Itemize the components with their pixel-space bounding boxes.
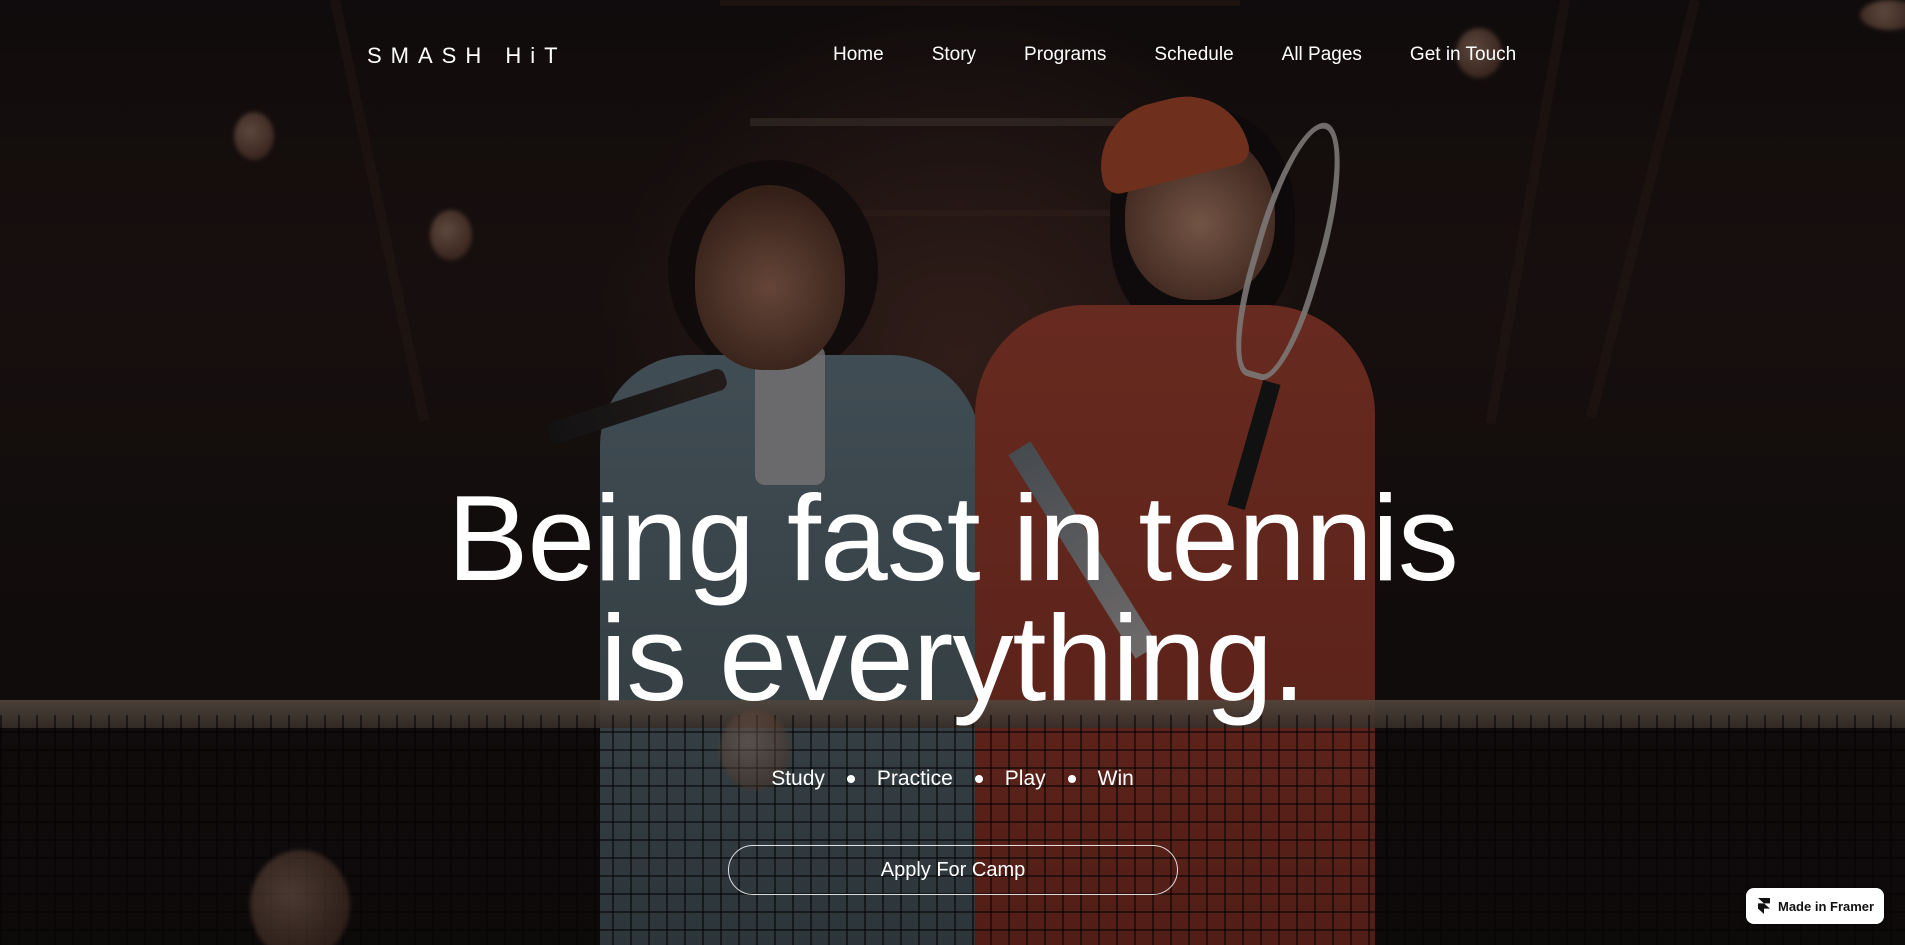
framer-logo-icon xyxy=(1758,898,1770,914)
bullet-dot xyxy=(974,775,983,783)
made-in-framer-badge[interactable]: Made in Framer xyxy=(1746,888,1884,924)
tag-win: Win xyxy=(1097,767,1134,790)
hero-headline: Being fast in tennis is everything. xyxy=(0,477,1905,719)
hero-tagline: Study Practice Play Win xyxy=(0,767,1905,791)
badge-label: Made in Framer xyxy=(1778,898,1875,914)
headline-line-1: Being fast in tennis xyxy=(447,470,1459,606)
hero-section: SMASH HiT Home Story Programs Schedule A… xyxy=(0,0,1905,945)
brand-logo[interactable]: SMASH HiT xyxy=(367,43,567,69)
nav-programs[interactable]: Programs xyxy=(1024,44,1106,66)
bullet-dot xyxy=(846,775,855,783)
nav-story[interactable]: Story xyxy=(932,44,976,66)
nav-get-in-touch[interactable]: Get in Touch xyxy=(1410,44,1516,66)
main-nav: Home Story Programs Schedule All Pages G… xyxy=(833,44,1516,66)
tag-study: Study xyxy=(771,767,825,790)
nav-schedule[interactable]: Schedule xyxy=(1154,44,1233,66)
tag-practice: Practice xyxy=(876,767,953,790)
tag-play: Play xyxy=(1004,767,1046,790)
headline-line-2: is everything. xyxy=(600,590,1306,726)
apply-for-camp-button[interactable]: Apply For Camp xyxy=(728,845,1178,895)
nav-home[interactable]: Home xyxy=(833,44,884,66)
bullet-dot xyxy=(1067,775,1076,783)
nav-all-pages[interactable]: All Pages xyxy=(1282,44,1362,66)
